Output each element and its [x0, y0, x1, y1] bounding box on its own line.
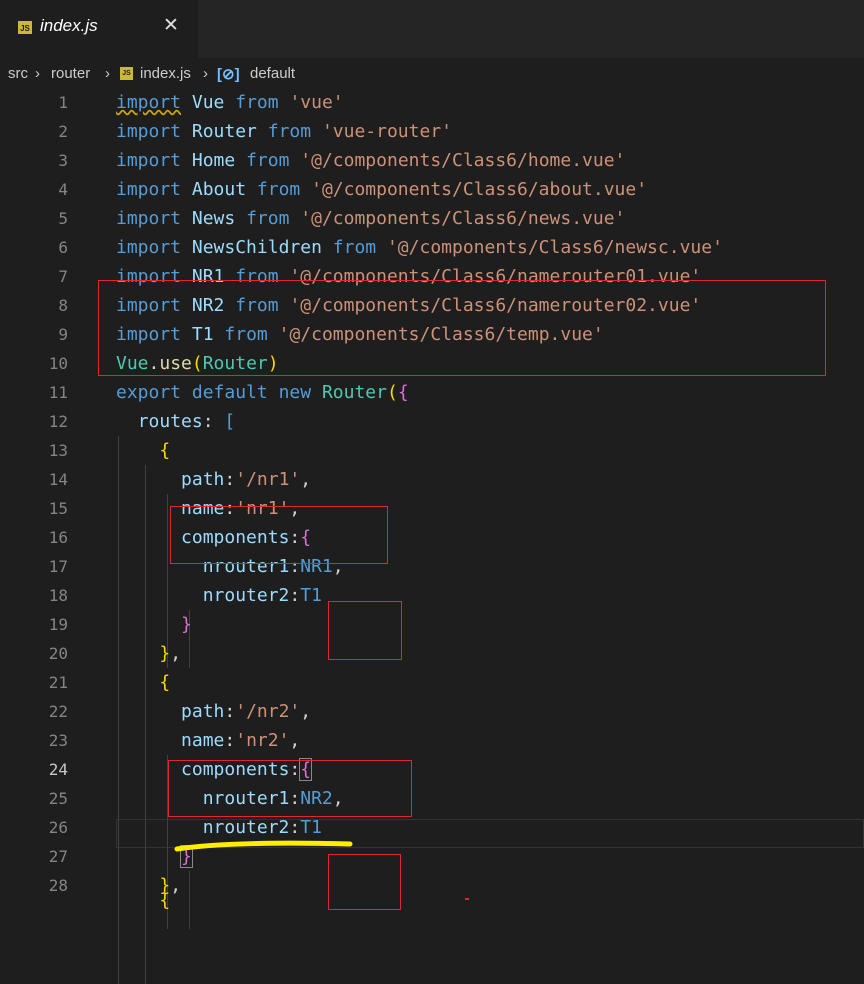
- line-number: 21: [48, 673, 68, 692]
- code-line-3: 3 import Home from '@/components/Class6/…: [0, 146, 864, 175]
- line-number: 19: [48, 615, 68, 634]
- code-line-26: 26 nrouter2:T1: [0, 813, 864, 842]
- variable-symbol-icon: [⊘]: [217, 66, 240, 83]
- line-number: 4: [58, 180, 68, 199]
- code-line-5: 5 import News from '@/components/Class6/…: [0, 204, 864, 233]
- code-line-17: 17 nrouter1:NR1,: [0, 552, 864, 581]
- editor-tab-bar: JS index.js ✕: [0, 0, 864, 58]
- breadcrumb-src[interactable]: src: [8, 65, 28, 82]
- code-line-20: 20 },: [0, 639, 864, 668]
- code-line-24: 24 components:{: [0, 755, 864, 784]
- line-number: 25: [48, 789, 68, 808]
- line-number: 18: [48, 586, 68, 605]
- code-line-13: 13 {: [0, 436, 864, 465]
- code-line-25: 25 nrouter1:NR2,: [0, 784, 864, 813]
- code-line-6: 6 import NewsChildren from '@/components…: [0, 233, 864, 262]
- line-number: 1: [58, 93, 68, 112]
- breadcrumb-router[interactable]: router: [51, 65, 90, 82]
- code-line-15: 15 name:'nr1',: [0, 494, 864, 523]
- chevron-right-icon: ›: [105, 65, 110, 82]
- line-number: 9: [58, 325, 68, 344]
- line-number: 20: [48, 644, 68, 663]
- line-number: 8: [58, 296, 68, 315]
- annotation-mark: [465, 898, 469, 900]
- annotation-box-imports: [98, 280, 826, 376]
- close-icon[interactable]: ✕: [160, 14, 182, 38]
- line-number: 15: [48, 499, 68, 518]
- line-number: 11: [48, 383, 68, 402]
- line-number: 24: [48, 760, 68, 779]
- line-number: 7: [58, 267, 68, 286]
- code-line-11: 11 export default new Router({: [0, 378, 864, 407]
- code-line-29-partial: {: [159, 890, 171, 911]
- code-line-16: 16 components:{: [0, 523, 864, 552]
- line-number: 2: [58, 122, 68, 141]
- javascript-file-icon: JS: [18, 21, 32, 34]
- breadcrumb-file[interactable]: index.js: [140, 65, 191, 82]
- line-number: 26: [48, 818, 68, 837]
- annotation-box-components-nr2: [328, 854, 401, 910]
- code-line-1: 1 import Vue from 'vue': [0, 88, 864, 117]
- annotation-underline: [174, 840, 353, 852]
- javascript-file-icon: JS: [120, 67, 133, 80]
- breadcrumb: src › router › JS index.js › [⊘] default: [0, 58, 864, 88]
- line-number: 17: [48, 557, 68, 576]
- code-editor[interactable]: 1 import Vue from 'vue' 2 import Router …: [0, 88, 864, 984]
- code-line-27: 27 }: [0, 842, 864, 871]
- code-line-4: 4 import About from '@/components/Class6…: [0, 175, 864, 204]
- code-line-22: 22 path:'/nr2',: [0, 697, 864, 726]
- line-number: 12: [48, 412, 68, 431]
- line-number: 14: [48, 470, 68, 489]
- chevron-right-icon: ›: [203, 65, 208, 82]
- annotation-box-path-nr2: [168, 760, 412, 817]
- code-line-12: 12 routes: [: [0, 407, 864, 436]
- line-number: 22: [48, 702, 68, 721]
- line-number: 28: [48, 876, 68, 895]
- line-number: 5: [58, 209, 68, 228]
- line-number: 6: [58, 238, 68, 257]
- code-line-18: 18 nrouter2:T1: [0, 581, 864, 610]
- line-number: 13: [48, 441, 68, 460]
- line-number: 10: [48, 354, 68, 373]
- line-number: 23: [48, 731, 68, 750]
- chevron-right-icon: ›: [35, 65, 40, 82]
- code-line-21: 21 {: [0, 668, 864, 697]
- code-line-14: 14 path:'/nr1',: [0, 465, 864, 494]
- line-number: 27: [48, 847, 68, 866]
- code-line-19: 19 }: [0, 610, 864, 639]
- tab-title: index.js: [40, 16, 98, 35]
- annotation-box-path-nr1: [170, 506, 388, 564]
- tab-index-js[interactable]: JS index.js ✕: [0, 0, 198, 58]
- annotation-box-components-nr1: [328, 601, 402, 660]
- code-line-23: 23 name:'nr2',: [0, 726, 864, 755]
- breadcrumb-symbol[interactable]: default: [250, 65, 295, 82]
- code-line-2: 2 import Router from 'vue-router': [0, 117, 864, 146]
- line-number: 3: [58, 151, 68, 170]
- line-number: 16: [48, 528, 68, 547]
